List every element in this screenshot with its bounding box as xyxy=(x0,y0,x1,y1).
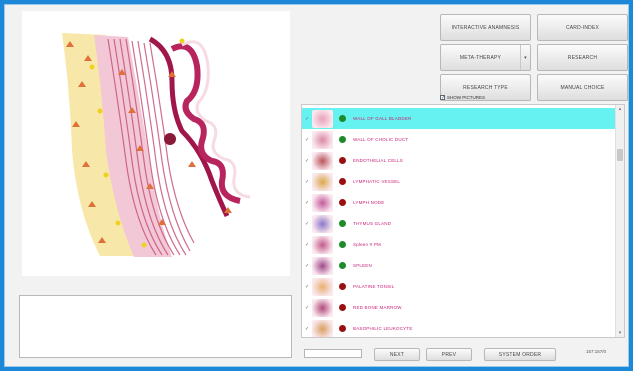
checkmark-icon: ✓ xyxy=(440,95,446,101)
status-dot-icon xyxy=(339,220,346,227)
show-pictures-label: SHOW PICTURES xyxy=(447,95,486,100)
list-item-label: LYMPH NODE xyxy=(353,200,385,205)
notes-textarea[interactable] xyxy=(19,295,292,358)
list-item-label: WALL OF GALL BLADDER xyxy=(353,116,412,121)
list-item[interactable]: ✓ LYMPH NODE xyxy=(302,192,617,213)
tissue-thumbnail xyxy=(312,298,333,317)
manual-choice-button[interactable]: MANUAL CHOICE xyxy=(537,74,628,101)
list-item-label: THYMUS GLAND xyxy=(353,221,392,226)
status-dot-icon xyxy=(339,262,346,269)
tissue-thumbnail xyxy=(312,214,333,233)
research-button[interactable]: RESEARCH xyxy=(537,44,628,71)
tissue-thumbnail xyxy=(312,130,333,149)
interactive-anamnesis-label: INTERACTIVE ANAMNESIS xyxy=(451,24,520,31)
check-icon: ✓ xyxy=(305,199,310,206)
next-label: NEXT xyxy=(389,351,405,358)
list-item[interactable]: ✓ LYMPHATIC VESSEL xyxy=(302,171,617,192)
check-icon: ✓ xyxy=(305,157,310,164)
tissue-thumbnail xyxy=(312,319,333,337)
status-dot-icon xyxy=(339,325,346,332)
organ-list[interactable]: ✓ WALL OF GALL BLADDER ✓ WALL OF CHOLIC DUC… xyxy=(301,104,625,338)
tissue-thumbnail xyxy=(312,109,333,128)
tissue-thumbnail xyxy=(312,172,333,191)
check-icon: ✓ xyxy=(305,178,310,185)
list-item[interactable]: ✓ Spleen # PM xyxy=(302,234,617,255)
list-item[interactable]: ✓ WALL OF CHOLIC DUCT xyxy=(302,129,617,150)
status-dot-icon xyxy=(339,199,346,206)
list-item-label: ENDOTHELIAL CELLS xyxy=(353,158,403,163)
scroll-up-icon[interactable]: ▴ xyxy=(616,105,624,113)
system-order-button[interactable]: SYSTEM ORDER xyxy=(484,348,556,361)
scroll-thumb[interactable] xyxy=(617,149,623,161)
tissue-thumbnail xyxy=(312,193,333,212)
tissue-thumbnail xyxy=(312,235,333,254)
check-icon: ✓ xyxy=(305,220,310,227)
tissue-illustration xyxy=(62,33,251,257)
system-order-label: SYSTEM ORDER xyxy=(498,351,542,358)
show-pictures-checkbox[interactable]: ✓ SHOW PICTURES xyxy=(440,95,486,101)
status-dot-icon xyxy=(339,304,346,311)
next-button[interactable]: NEXT xyxy=(374,348,420,361)
tissue-thumbnail xyxy=(312,277,333,296)
prev-button[interactable]: PREV xyxy=(426,348,472,361)
tissue-image-panel xyxy=(22,11,290,276)
card-index-label: CARD-INDEX xyxy=(565,24,600,31)
meta-therapy-button[interactable]: META-THERAPY ▾ xyxy=(440,44,531,71)
status-dot-icon xyxy=(339,178,346,185)
list-item[interactable]: ✓ PALATINE TONSIL xyxy=(302,276,617,297)
status-dot-icon xyxy=(339,241,346,248)
check-icon: ✓ xyxy=(305,136,310,143)
list-item-label: SPLEEN xyxy=(353,263,372,268)
list-item-label: Spleen # PM xyxy=(353,242,381,247)
list-item[interactable]: ✓ WALL OF GALL BLADDER xyxy=(302,108,617,129)
status-dot-icon xyxy=(339,115,346,122)
status-dot-icon xyxy=(339,157,346,164)
status-dot-icon xyxy=(339,283,346,290)
manual-choice-label: MANUAL CHOICE xyxy=(560,84,605,91)
list-item[interactable]: ✓ ENDOTHELIAL CELLS xyxy=(302,150,617,171)
organ-list-items: ✓ WALL OF GALL BLADDER ✓ WALL OF CHOLIC DUC… xyxy=(302,108,617,337)
check-icon: ✓ xyxy=(305,283,310,290)
status-dot-icon xyxy=(339,136,346,143)
check-icon: ✓ xyxy=(305,304,310,311)
scroll-down-icon[interactable]: ▾ xyxy=(616,329,624,337)
list-item[interactable]: ✓ BASOPHILIC LEUKOCYTE xyxy=(302,318,617,337)
interactive-anamnesis-button[interactable]: INTERACTIVE ANAMNESIS xyxy=(440,14,531,41)
check-icon: ✓ xyxy=(305,241,310,248)
research-label: RESEARCH xyxy=(567,54,598,61)
check-icon: ✓ xyxy=(305,325,310,332)
list-item[interactable]: ✓ SPLEEN xyxy=(302,255,617,276)
page-number-input[interactable] xyxy=(304,349,362,358)
tissue-thumbnail xyxy=(312,151,333,170)
list-item-label: RED BONE MARROW xyxy=(353,305,402,310)
research-type-label: RESEARCH TYPE xyxy=(463,84,508,91)
list-item[interactable]: ✓ THYMUS GLAND xyxy=(302,213,617,234)
item-counter: 157:157/0 xyxy=(586,349,607,354)
check-icon: ✓ xyxy=(305,115,310,122)
tissue-thumbnail xyxy=(312,256,333,275)
list-item[interactable]: ✓ RED BONE MARROW xyxy=(302,297,617,318)
list-item-label: WALL OF CHOLIC DUCT xyxy=(353,137,409,142)
prev-label: PREV xyxy=(441,351,457,358)
list-item-label: LYMPHATIC VESSEL xyxy=(353,179,401,184)
list-item-label: BASOPHILIC LEUKOCYTE xyxy=(353,326,413,331)
check-icon: ✓ xyxy=(305,262,310,269)
list-item-label: PALATINE TONSIL xyxy=(353,284,395,289)
card-index-button[interactable]: CARD-INDEX xyxy=(537,14,628,41)
meta-therapy-label: META-THERAPY xyxy=(459,54,502,61)
chevron-down-icon[interactable]: ▾ xyxy=(520,45,530,70)
list-scrollbar[interactable]: ▴ ▾ xyxy=(615,105,624,337)
